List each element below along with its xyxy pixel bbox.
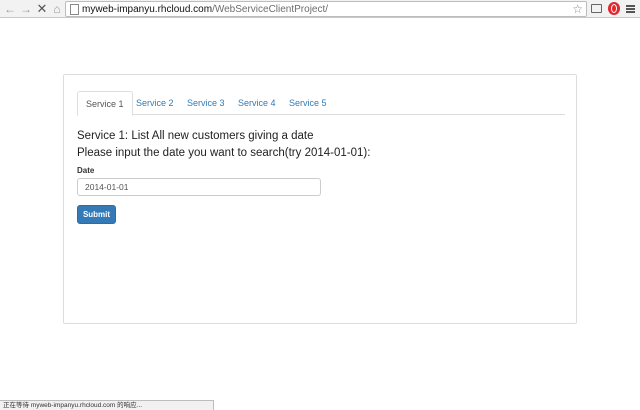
page-icon [70,4,79,15]
service-title: Service 1: List All new customers giving… [77,130,314,142]
tab-service-1[interactable]: Service 1 [77,91,133,116]
opera-extension-icon[interactable] [608,2,620,15]
tab-service-3[interactable]: Service 3 [187,91,225,115]
url-host: myweb-impanyu.rhcloud.com [82,4,213,15]
tab-service-2[interactable]: Service 2 [136,91,174,115]
service-tabs: Service 1 Service 2 Service 3 Service 4 … [77,91,565,116]
bookmark-star-icon[interactable]: ☆ [572,2,583,16]
date-instruction: Please input the date you want to search… [77,147,371,159]
url-path: /WebServiceClientProject/ [212,4,329,15]
date-label: Date [77,166,95,175]
service-panel: Service 1 Service 2 Service 3 Service 4 … [63,74,577,324]
address-bar[interactable]: myweb-impanyu.rhcloud.com/WebServiceClie… [65,1,587,17]
tab-service-5[interactable]: Service 5 [289,91,327,115]
cast-icon[interactable] [591,4,602,13]
browser-toolbar: ← → ✕ ⌂ myweb-impanyu.rhcloud.com/WebSer… [0,0,640,18]
date-input[interactable] [77,178,321,196]
tab-service-4[interactable]: Service 4 [238,91,276,115]
submit-button[interactable]: Submit [77,205,116,224]
back-arrow-icon[interactable]: ← [3,2,17,16]
status-bar: 正在等待 myweb-impanyu.rhcloud.com 的响应... [0,400,214,410]
forward-arrow-icon[interactable]: → [19,2,33,16]
stop-loading-icon[interactable]: ✕ [35,2,49,16]
url-text[interactable]: myweb-impanyu.rhcloud.com/WebServiceClie… [82,3,328,16]
home-icon[interactable]: ⌂ [50,2,64,16]
browser-menu-icon[interactable] [626,5,635,13]
